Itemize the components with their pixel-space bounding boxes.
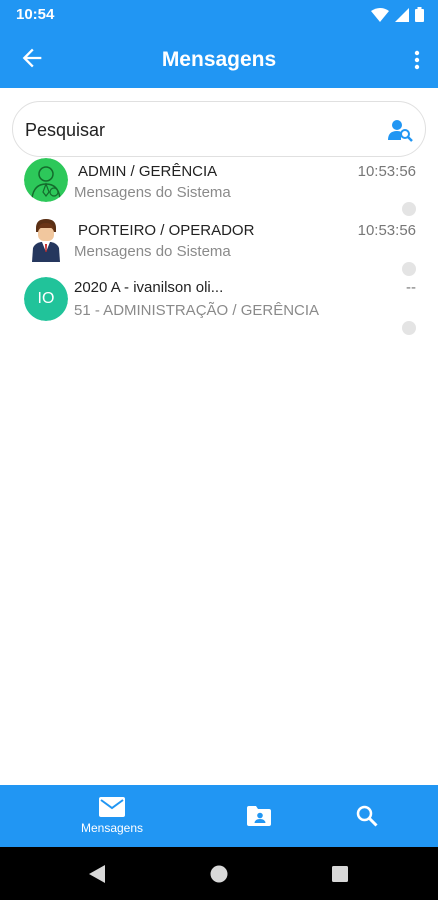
- list-item[interactable]: IO 2020 A - ivanilson oli... 51 - ADMINI…: [0, 275, 438, 335]
- conversation-time: 10:53:56: [357, 163, 416, 180]
- conversation-subtitle: Mensagens do Sistema: [74, 243, 231, 260]
- status-time: 10:54: [16, 6, 55, 23]
- home-circle-icon[interactable]: [210, 865, 228, 883]
- page-title: Mensagens: [161, 48, 277, 71]
- search-bar[interactable]: [12, 101, 426, 157]
- conversation-subtitle: 51 - ADMINISTRAÇÃO / GERÊNCIA: [74, 302, 320, 319]
- nav-messages[interactable]: Mensagens: [72, 785, 152, 847]
- app-bar: Mensagens: [0, 30, 438, 88]
- unread-indicator: [402, 262, 416, 276]
- nav-messages-label: Mensagens: [80, 821, 144, 835]
- mail-icon: [99, 797, 125, 817]
- conversation-subtitle: Mensagens do Sistema: [74, 184, 231, 201]
- wifi-icon: [371, 7, 389, 22]
- battery-icon: [415, 7, 424, 22]
- contact-folder-icon: [247, 806, 271, 826]
- conversation-list: ADMIN / GERÊNCIA Mensagens do Sistema 10…: [0, 157, 438, 335]
- nav-contacts[interactable]: [234, 785, 284, 847]
- avatar-initials: IO: [24, 277, 68, 321]
- unread-indicator: [402, 202, 416, 216]
- conversation-time: 10:53:56: [357, 222, 416, 239]
- conversation-title: 2020 A - ivanilson oli...: [74, 279, 224, 296]
- list-item[interactable]: PORTEIRO / OPERADOR Mensagens do Sistema…: [0, 216, 438, 276]
- nav-search[interactable]: [342, 785, 392, 847]
- unread-indicator: [402, 321, 416, 335]
- recents-square-icon[interactable]: [332, 866, 348, 882]
- status-bar: 10:54: [0, 0, 438, 30]
- status-icons: [371, 7, 424, 22]
- system-nav-bar: [0, 847, 438, 900]
- signal-icon: [395, 7, 409, 22]
- initials-avatar: IO: [24, 277, 68, 321]
- admin-avatar: [24, 158, 68, 202]
- porteiro-avatar: [24, 218, 68, 262]
- list-item[interactable]: ADMIN / GERÊNCIA Mensagens do Sistema 10…: [0, 157, 438, 216]
- search-input[interactable]: [25, 120, 385, 141]
- conversation-time: --: [406, 279, 416, 296]
- search-user-icon[interactable]: [387, 118, 413, 142]
- more-vert-icon[interactable]: [410, 48, 424, 72]
- back-triangle-icon[interactable]: [89, 865, 105, 883]
- conversation-title: ADMIN / GERÊNCIA: [78, 163, 218, 180]
- bottom-nav: Mensagens: [0, 785, 438, 847]
- search-icon: [356, 805, 378, 827]
- conversation-title: PORTEIRO / OPERADOR: [78, 222, 255, 239]
